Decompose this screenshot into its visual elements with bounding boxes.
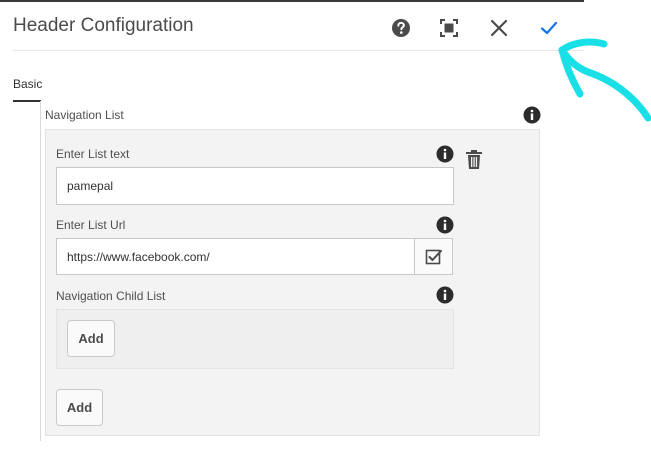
add-navigation-item-button[interactable]: Add [56, 389, 103, 426]
url-picker-button[interactable] [414, 238, 453, 275]
cancel-button[interactable] [487, 16, 511, 40]
child-list-panel [56, 309, 454, 369]
list-text-input[interactable] [56, 167, 454, 205]
help-icon [392, 19, 410, 37]
info-icon[interactable] [436, 216, 454, 234]
tab-active-indicator [13, 100, 41, 102]
annotation-arrow-icon [558, 38, 651, 122]
window-top-border [0, 0, 584, 2]
fullscreen-button[interactable] [437, 16, 461, 40]
check-icon [540, 21, 558, 35]
header-divider [13, 50, 584, 51]
done-button[interactable] [537, 16, 561, 40]
help-button[interactable] [389, 16, 413, 40]
checkbox-check-icon [425, 249, 442, 264]
navigation-list-label: Navigation List [45, 108, 124, 122]
info-icon[interactable] [523, 106, 541, 124]
add-child-item-button[interactable]: Add [67, 320, 115, 357]
trash-icon[interactable] [464, 149, 484, 171]
close-icon [490, 19, 508, 37]
tab-panel-divider [40, 101, 41, 441]
dialog-title: Header Configuration [13, 15, 194, 36]
list-text-label: Enter List text [56, 147, 130, 161]
list-url-label: Enter List Url [56, 218, 126, 232]
info-icon[interactable] [436, 145, 454, 163]
info-icon[interactable] [436, 286, 454, 304]
fullscreen-icon [440, 19, 458, 37]
list-url-input[interactable] [56, 238, 415, 275]
child-list-label: Navigation Child List [56, 289, 166, 303]
tab-basic[interactable]: Basic [13, 77, 42, 91]
